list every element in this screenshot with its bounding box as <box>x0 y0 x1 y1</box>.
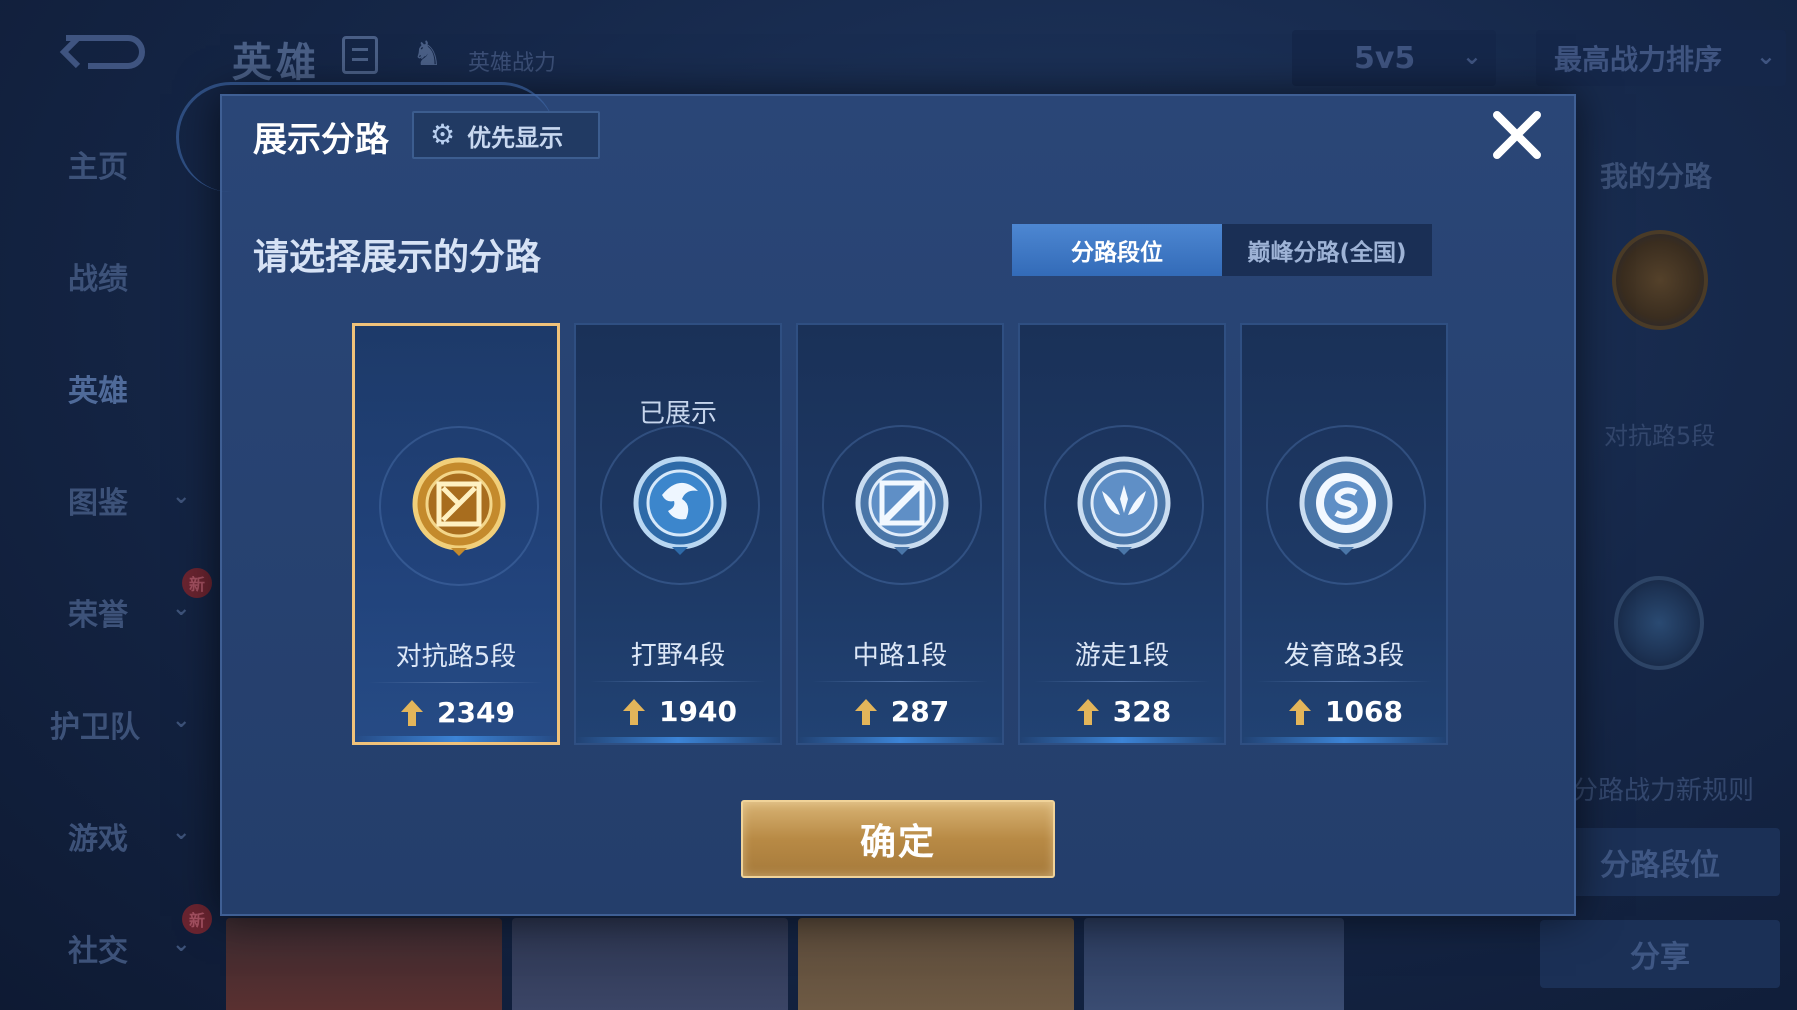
chevron-down-icon: ⌄ <box>1461 42 1482 70</box>
lane-score-value: 328 <box>1112 695 1172 728</box>
lane-card-list: 对抗路5段 2349 已展示 打野4段 1940 中路1段 287 游走1段 3… <box>352 323 1448 745</box>
list-icon[interactable] <box>342 36 378 74</box>
sidebar-item-label: 主页 <box>68 150 128 185</box>
power-arrow-icon <box>401 699 424 726</box>
sidebar-item-honor[interactable]: 荣誉 新 ⌄ <box>0 568 212 648</box>
close-button[interactable] <box>1486 104 1548 166</box>
hero-thumbnail[interactable] <box>512 918 788 1010</box>
hero-thumbnail[interactable] <box>798 918 1074 1010</box>
hero-thumbnail-strip <box>226 918 1344 1010</box>
card-glow <box>1242 737 1446 743</box>
priority-display-button[interactable]: ⚙ 优先显示 <box>412 111 600 159</box>
my-lane-rank: 对抗路5段 <box>1604 422 1716 450</box>
tab-peak-lane[interactable]: 巅峰分路(全国) <box>1222 224 1432 276</box>
lane-rank: 发育路3段 <box>1283 641 1405 671</box>
chevron-down-icon: ⌄ <box>172 820 191 845</box>
section-title: 请选择展示的分路 <box>253 237 542 278</box>
clash-lane-icon <box>1612 230 1708 330</box>
card-glow <box>576 737 780 743</box>
back-icon[interactable] <box>58 30 148 78</box>
card-glow <box>1020 737 1224 743</box>
lane-card-clash[interactable]: 对抗路5段 2349 <box>352 323 560 745</box>
sidebar-item-label: 护卫队 <box>50 710 140 745</box>
sidebar-item-guard[interactable]: 护卫队 ⌄ <box>0 680 210 760</box>
lane-score-value: 1068 <box>1325 695 1403 728</box>
roam-wings-icon <box>1077 456 1171 555</box>
lane-score: 287 <box>798 695 1002 728</box>
lane-rank: 打野4段 <box>630 641 726 671</box>
divider <box>812 681 988 682</box>
my-lane-title: 我的分路 <box>1600 160 1713 193</box>
power-arrow-icon <box>1076 698 1099 725</box>
sidebar-item-records[interactable]: 战绩 <box>0 232 210 312</box>
lane-card-mid[interactable]: 中路1段 287 <box>796 323 1004 745</box>
new-badge: 新 <box>182 568 212 598</box>
divider <box>590 681 766 682</box>
chevron-down-icon: ⌄ <box>172 932 191 957</box>
card-glow <box>355 736 557 742</box>
lane-rank: 对抗路5段 <box>395 642 517 672</box>
lane-card-roam[interactable]: 游走1段 328 <box>1018 323 1226 745</box>
gear-icon: ⚙ <box>430 118 456 151</box>
dialog-title: 展示分路 <box>253 120 389 160</box>
farm-lane-icon <box>1299 456 1393 555</box>
lane-score: 2349 <box>355 696 557 729</box>
hero-thumbnail[interactable] <box>1084 918 1344 1010</box>
lane-card-jungle[interactable]: 已展示 打野4段 1940 <box>574 323 782 745</box>
lane-score: 1068 <box>1242 695 1446 728</box>
chevron-down-icon: ⌄ <box>172 596 191 621</box>
power-arrow-icon <box>623 698 646 725</box>
mode-select-value: 5v5 <box>1354 40 1416 76</box>
lane-score: 328 <box>1020 695 1224 728</box>
priority-display-label: 优先显示 <box>467 123 564 152</box>
share-button[interactable]: 分享 <box>1540 920 1780 988</box>
sidebar-item-label: 英雄 <box>68 374 128 409</box>
power-arrow-icon <box>854 698 877 725</box>
lane-score-value: 1940 <box>659 695 737 728</box>
hero-power-label[interactable]: 英雄战力 <box>468 45 556 77</box>
confirm-button[interactable]: 确定 <box>741 800 1055 878</box>
page-title: 英雄 <box>232 40 320 86</box>
sidebar-item-label: 游戏 <box>68 822 128 857</box>
card-glow <box>798 737 1002 743</box>
lane-score-value: 2349 <box>437 696 515 729</box>
chevron-down-icon: ⌄ <box>1755 42 1776 70</box>
close-icon <box>1493 111 1541 159</box>
new-badge: 新 <box>182 904 212 934</box>
lane-tabs: 分路段位 巅峰分路(全国) <box>1012 224 1432 276</box>
lane-score-value: 287 <box>890 695 950 728</box>
divider <box>1034 681 1210 682</box>
mode-select[interactable]: 5v5 ⌄ <box>1292 30 1496 86</box>
power-arrow-icon <box>1289 698 1312 725</box>
sidebar-item-label: 战绩 <box>68 262 128 297</box>
lane-rank: 游走1段 <box>1074 641 1170 671</box>
tab-lane-rank[interactable]: 分路段位 <box>1012 224 1222 276</box>
sort-select-value: 最高战力排序 <box>1554 43 1723 76</box>
jungle-dragon-icon <box>633 456 727 555</box>
sidebar-item-social[interactable]: 社交 新 ⌄ <box>0 904 212 984</box>
sidebar-item-codex[interactable]: 图鉴 ⌄ <box>0 456 210 536</box>
lane-power-rule-link[interactable]: 分路战力新规则 <box>1572 770 1754 807</box>
mid-lane-icon <box>855 456 949 555</box>
lane-rank: 中路1段 <box>852 641 948 671</box>
lane-card-farm[interactable]: 发育路3段 1068 <box>1240 323 1448 745</box>
sidebar-item-games[interactable]: 游戏 ⌄ <box>0 792 210 872</box>
sidebar-item-label: 荣誉 <box>68 598 128 633</box>
chevron-down-icon: ⌄ <box>172 708 191 733</box>
sidebar-item-heroes[interactable]: 英雄 <box>0 344 210 424</box>
divider <box>1256 681 1432 682</box>
sort-select[interactable]: 最高战力排序 ⌄ <box>1536 30 1786 86</box>
sidebar-item-label: 图鉴 <box>68 486 128 521</box>
chevron-down-icon: ⌄ <box>172 484 191 509</box>
sidebar-item-label: 社交 <box>68 934 128 969</box>
lane-score: 1940 <box>576 695 780 728</box>
hero-thumbnail[interactable] <box>226 918 502 1010</box>
jungle-dragon-icon <box>1614 576 1704 670</box>
divider <box>369 682 543 683</box>
lane-rank-button[interactable]: 分路段位 <box>1540 828 1780 896</box>
clash-lane-icon <box>412 457 506 556</box>
hero-helmet-icon: ♞ <box>412 34 443 74</box>
